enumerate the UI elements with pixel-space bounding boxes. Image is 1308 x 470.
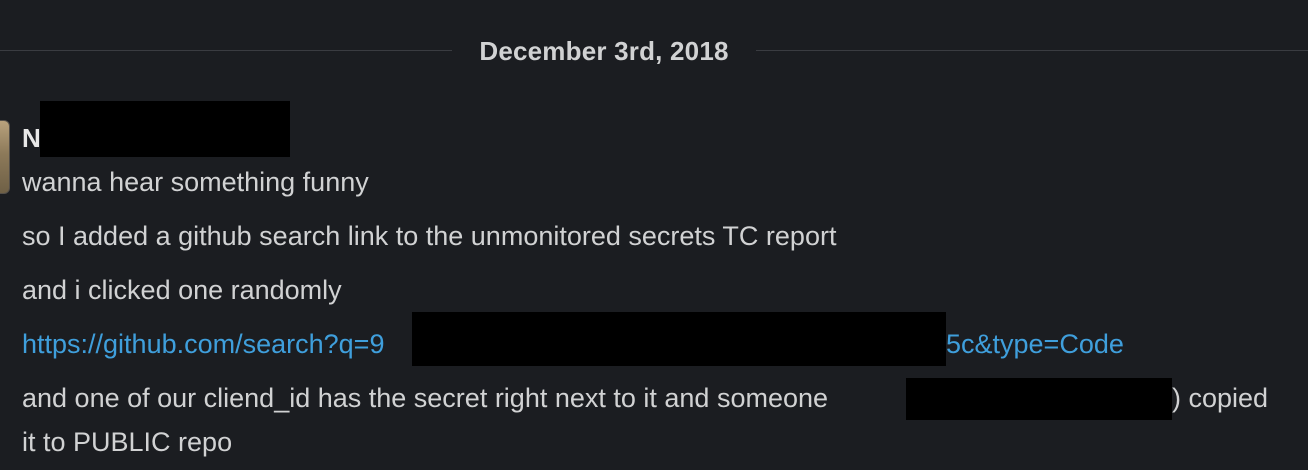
- message-line: it to PUBLIC repo: [22, 427, 233, 457]
- divider-rule-right: [756, 50, 1308, 51]
- divider-rule-left: [0, 50, 452, 51]
- date-divider-label[interactable]: December 3rd, 2018: [452, 34, 756, 68]
- message-line: and i clicked one randomly: [22, 275, 342, 305]
- message-line: and one of our cliend_id has the secret …: [22, 383, 829, 413]
- github-search-link-end[interactable]: 5c&type=Code: [946, 322, 1124, 366]
- link-redaction: [412, 312, 946, 366]
- message-line: wanna hear something funny: [22, 167, 369, 197]
- message-line: so I added a github search link to the u…: [22, 221, 837, 251]
- avatar[interactable]: [0, 120, 10, 194]
- message-pane: December 3rd, 2018 N wanna hear somethin…: [0, 0, 1308, 470]
- sender-name-redaction: [40, 101, 290, 157]
- message-line-end: ) copied: [1172, 383, 1269, 413]
- sender-name[interactable]: N: [22, 118, 41, 158]
- person-redaction: [906, 378, 1172, 420]
- github-search-link[interactable]: https://github.com/search?q=9: [22, 322, 384, 366]
